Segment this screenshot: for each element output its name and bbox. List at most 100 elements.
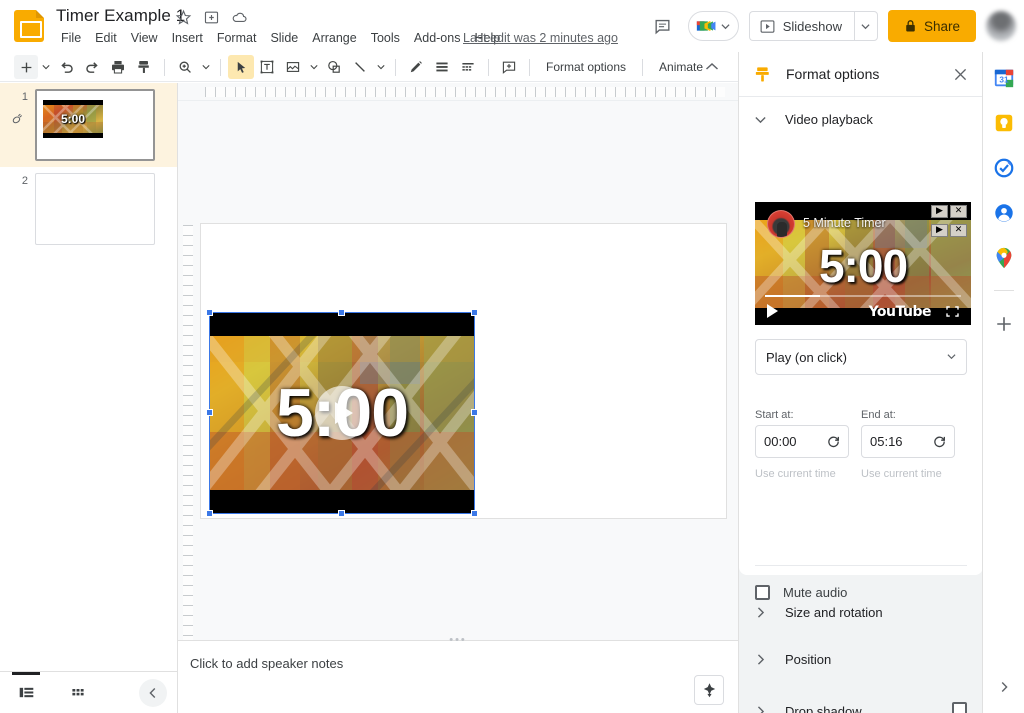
new-slide-options-caret[interactable] — [38, 55, 53, 79]
show-side-panel-icon[interactable] — [992, 675, 1016, 699]
close-icon[interactable] — [947, 61, 973, 87]
slide-thumbnail[interactable] — [35, 173, 155, 245]
toolbar-divider — [642, 58, 644, 76]
paint-format-icon[interactable] — [131, 55, 157, 79]
thumbnail-video-object: 5:00 — [43, 100, 103, 138]
section-header-video-playback[interactable]: Video playback — [739, 97, 982, 141]
menu-format[interactable]: Format — [210, 29, 264, 47]
google-calendar-icon[interactable]: 31 — [992, 66, 1016, 90]
zoom-icon[interactable] — [172, 55, 198, 79]
video-object[interactable]: 5:00 — [210, 313, 474, 513]
speaker-notes-placeholder[interactable]: Click to add speaker notes — [190, 656, 343, 671]
star-icon[interactable] — [175, 9, 192, 26]
toolbar-divider — [164, 58, 165, 76]
tab-format-options[interactable]: Format options — [537, 56, 635, 78]
title-action-icons — [175, 9, 248, 26]
menu-addons[interactable]: Add-ons — [407, 29, 468, 47]
list-item[interactable]: 2 — [0, 167, 177, 251]
google-meet-icon — [696, 20, 716, 32]
transition-indicator-icon[interactable] — [10, 111, 25, 131]
google-tasks-icon[interactable] — [992, 156, 1016, 180]
shape-icon[interactable] — [321, 55, 347, 79]
move-to-folder-icon[interactable] — [203, 9, 220, 26]
explore-icon[interactable] — [694, 675, 724, 705]
chevron-right-icon — [753, 606, 767, 619]
play-icon[interactable] — [767, 304, 778, 318]
section-header-drop-shadow[interactable]: Drop shadow — [739, 689, 982, 713]
google-contacts-icon[interactable] — [992, 201, 1016, 225]
notes-resize-grip[interactable]: ••• — [449, 635, 467, 646]
format-options-title: Format options — [786, 66, 880, 82]
list-item[interactable]: 1 5:00 — [0, 83, 177, 167]
menu-insert[interactable]: Insert — [165, 29, 210, 47]
collapse-filmstrip-icon[interactable] — [139, 678, 167, 707]
undo-icon[interactable] — [53, 55, 79, 79]
text-box-icon[interactable] — [254, 55, 280, 79]
menu-bar: File Edit View Insert Format Slide Arran… — [54, 29, 507, 47]
cloud-status-icon[interactable] — [231, 9, 248, 26]
start-at-hint[interactable]: Use current time — [755, 468, 836, 480]
menu-file[interactable]: File — [54, 29, 88, 47]
comment-history-icon[interactable] — [648, 11, 678, 41]
google-meet-button[interactable] — [687, 11, 739, 41]
slide-filmstrip[interactable]: 1 5:00 2 — [0, 83, 178, 671]
menu-arrange[interactable]: Arrange — [305, 29, 363, 47]
playback-mode-select[interactable]: Play (on click) — [755, 339, 967, 375]
line-icon[interactable] — [347, 55, 373, 79]
theme-icon[interactable] — [455, 55, 481, 79]
svg-text:31: 31 — [999, 76, 1009, 85]
select-cursor-icon[interactable] — [228, 55, 254, 79]
fullscreen-icon[interactable] — [946, 306, 959, 317]
slide-number: 2 — [21, 175, 28, 187]
vertical-ruler[interactable] — [178, 101, 196, 640]
print-icon[interactable] — [105, 55, 131, 79]
play-button-overlay-icon[interactable] — [315, 386, 369, 440]
end-at-hint[interactable]: Use current time — [861, 468, 942, 480]
chevron-down-icon — [721, 23, 730, 29]
start-at-input[interactable]: 00:00 — [755, 425, 849, 458]
google-keep-icon[interactable] — [992, 111, 1016, 135]
zoom-options-caret[interactable] — [198, 55, 213, 79]
slideshow-options-caret[interactable] — [853, 11, 878, 41]
current-slide[interactable]: 5:00 — [200, 223, 727, 519]
pen-icon[interactable] — [403, 55, 429, 79]
chevron-right-icon — [753, 705, 767, 713]
menu-edit[interactable]: Edit — [88, 29, 124, 47]
horizontal-ruler[interactable] — [178, 83, 738, 101]
drop-shadow-checkbox[interactable] — [952, 702, 967, 713]
menu-view[interactable]: View — [124, 29, 165, 47]
share-button[interactable]: Share — [887, 10, 976, 42]
google-maps-icon[interactable] — [992, 246, 1016, 270]
transition-icon[interactable] — [496, 55, 522, 79]
end-at-input[interactable]: 05:16 — [861, 425, 955, 458]
filmstrip-view-icon[interactable] — [0, 671, 52, 713]
add-ons-plus-icon[interactable] — [992, 312, 1016, 336]
redo-icon[interactable] — [79, 55, 105, 79]
reset-icon[interactable] — [827, 435, 840, 448]
chevron-down-icon — [947, 348, 956, 366]
speaker-notes-panel[interactable]: ••• Click to add speaker notes — [178, 635, 738, 713]
video-progress-bar[interactable] — [765, 295, 961, 297]
menu-tools[interactable]: Tools — [364, 29, 407, 47]
reset-icon[interactable] — [933, 435, 946, 448]
section-header-size-and-rotation[interactable]: Size and rotation — [739, 590, 982, 634]
line-options-caret[interactable] — [373, 55, 388, 79]
last-edit-link[interactable]: Last edit was 2 minutes ago — [463, 31, 618, 45]
collapse-toolbar-icon[interactable] — [700, 55, 724, 79]
image-options-caret[interactable] — [306, 55, 321, 79]
avatar[interactable] — [986, 11, 1016, 41]
layout-icon[interactable] — [429, 55, 455, 79]
slideshow-button[interactable]: Slideshow — [748, 11, 854, 41]
section-header-position[interactable]: Position — [739, 637, 982, 681]
document-title[interactable]: Timer Example 1 — [56, 6, 185, 26]
grid-view-icon[interactable] — [52, 672, 104, 713]
new-slide-icon[interactable] — [14, 55, 38, 79]
menu-slide[interactable]: Slide — [263, 29, 305, 47]
end-at-label: End at: — [861, 409, 896, 421]
slide-thumbnail[interactable]: 5:00 — [35, 89, 155, 161]
slide-editor-canvas[interactable]: 5:00 — [178, 83, 738, 640]
insert-image-icon[interactable] — [280, 55, 306, 79]
format-options-panel[interactable]: Format options Video playback 5:00 5 Min… — [738, 52, 982, 713]
section-label-position: Position — [785, 651, 832, 667]
video-preview[interactable]: 5:00 5 Minute Timer ▶ ✕ ▶ ✕ YouTube — [755, 202, 971, 325]
